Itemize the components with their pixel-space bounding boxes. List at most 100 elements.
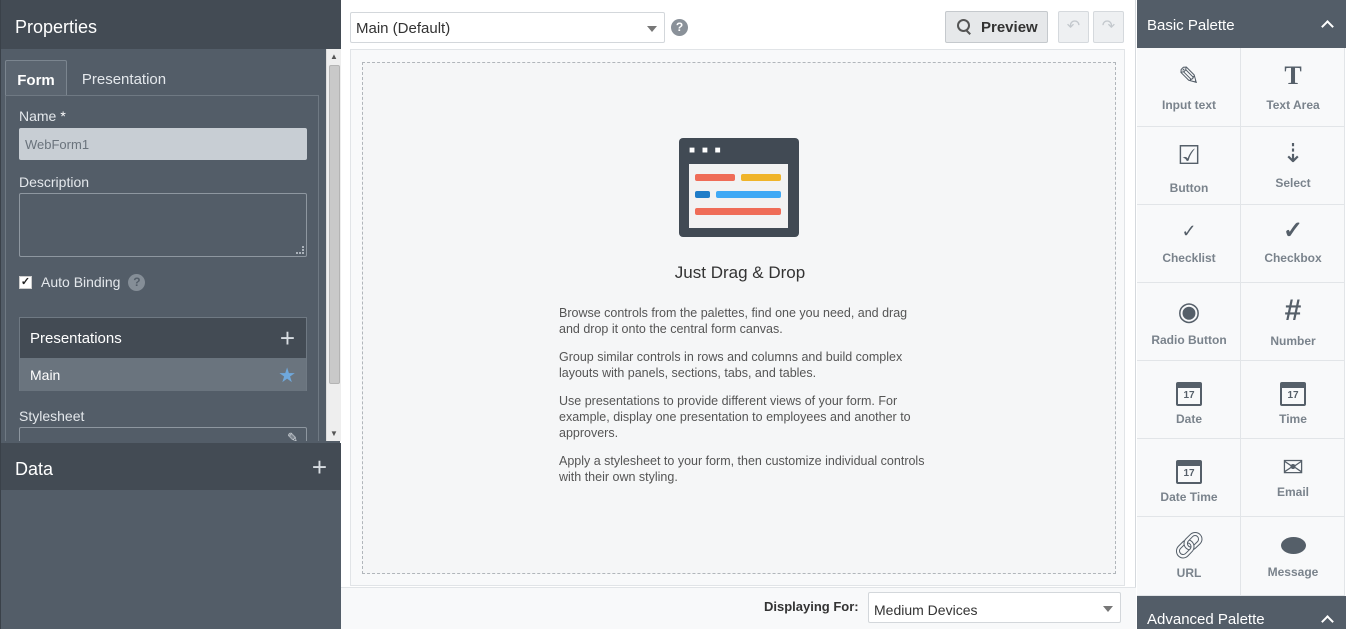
scroll-down-icon[interactable]: ▼ — [330, 429, 338, 438]
palette-item-text-area[interactable]: T Text Area — [1241, 48, 1345, 127]
select-icon: ⇣ — [1282, 138, 1304, 168]
basic-palette-title: Basic Palette — [1147, 17, 1235, 34]
name-label-text: Name — [19, 108, 57, 124]
tab-presentation[interactable]: Presentation — [69, 60, 179, 96]
undo-button[interactable]: ↶ — [1058, 11, 1089, 43]
palette-item-label: Email — [1276, 485, 1309, 499]
data-body — [1, 490, 341, 629]
presentations-list: Presentations + Main ★ — [19, 317, 307, 391]
basic-palette-header[interactable]: Basic Palette — [1137, 0, 1346, 48]
palette-item-date-time[interactable]: 17 Date Time — [1137, 439, 1241, 517]
pencil-icon[interactable]: ✎ — [287, 430, 298, 441]
window-dots: ■ ■ ■ — [689, 145, 723, 156]
palette-item-label: Message — [1267, 565, 1319, 579]
palette-item-email[interactable]: ✉ Email — [1241, 439, 1345, 517]
add-presentation-icon[interactable]: + — [280, 325, 295, 351]
palette-item-checkbox[interactable]: ✓ Checkbox — [1241, 205, 1345, 283]
preview-label: Preview — [981, 18, 1038, 36]
palette-item-label: Checkbox — [1264, 251, 1322, 265]
palette-item-label: Checklist — [1162, 251, 1216, 265]
palette-item-button[interactable]: ☑ Button — [1137, 127, 1241, 205]
presentation-name: Main — [30, 367, 61, 383]
advanced-palette-title: Advanced Palette — [1147, 611, 1265, 628]
palette-item-label: Select — [1275, 176, 1311, 190]
name-label: Name * — [19, 108, 66, 124]
properties-title: Properties — [15, 17, 98, 37]
presentations-header: Presentations + — [20, 318, 306, 358]
preview-button[interactable]: Preview — [945, 11, 1048, 43]
canvas-paragraph: Apply a stylesheet to your form, then cu… — [559, 454, 925, 484]
bar-blue — [716, 191, 781, 198]
tab-form[interactable]: Form — [5, 60, 67, 96]
bar-red-wide — [695, 208, 781, 215]
search-icon — [956, 19, 972, 35]
palette-item-label: Number — [1270, 334, 1316, 348]
chevron-up-icon[interactable] — [1321, 615, 1334, 628]
palette-item-date[interactable]: 17 Date — [1137, 361, 1241, 439]
scrollbar-thumb[interactable] — [329, 65, 340, 384]
text-area-icon: T — [1284, 61, 1302, 90]
palette-item-message[interactable]: Message — [1241, 517, 1345, 596]
stylesheet-field[interactable]: ✎ — [19, 427, 307, 441]
window-screen — [689, 164, 788, 228]
properties-panel: Properties Form Presentation Name* Descr… — [0, 0, 341, 629]
palette-item-label: Date — [1175, 412, 1202, 426]
palette-item-label: Radio Button — [1151, 333, 1227, 347]
bar-red — [695, 174, 735, 181]
device-select[interactable]: Medium Devices — [868, 592, 1121, 623]
palette-item-label: Time — [1279, 412, 1307, 426]
envelope-icon: ✉ — [1282, 452, 1304, 482]
palette-item-label: Button — [1169, 181, 1209, 195]
list-item[interactable]: Main ★ — [20, 358, 306, 391]
star-icon[interactable]: ★ — [278, 363, 296, 388]
description-textarea[interactable] — [19, 193, 307, 257]
device-select-value: Medium Devices — [874, 602, 978, 618]
redo-button[interactable]: ↷ — [1093, 11, 1124, 43]
checkbox-icon: ✓ — [1282, 217, 1304, 244]
palette-item-number[interactable]: # Number — [1241, 283, 1345, 361]
palette-item-radio-button[interactable]: ◉ Radio Button — [1137, 283, 1241, 361]
link-icon: 🔗︎ — [1172, 530, 1206, 560]
palette-item-checklist[interactable]: ✓ Checklist — [1137, 205, 1241, 283]
calendar-day: 17 — [1280, 382, 1306, 406]
auto-binding-row: ✓ Auto Binding ? — [19, 272, 146, 292]
presentation-select[interactable]: Main (Default) — [350, 12, 665, 43]
palette-item-label: Input text — [1162, 98, 1216, 112]
palette-panel: Basic Palette ✎ Input text T Text Area ☑… — [1137, 0, 1346, 629]
name-field[interactable] — [19, 128, 307, 160]
chevron-up-icon[interactable] — [1321, 20, 1334, 33]
canvas-paragraph: Browse controls from the palettes, find … — [559, 306, 908, 336]
help-icon[interactable]: ? — [671, 19, 688, 36]
advanced-palette-header[interactable]: Advanced Palette — [1137, 596, 1346, 629]
palette-item-label: URL — [1176, 566, 1202, 580]
help-icon[interactable]: ? — [128, 273, 146, 291]
calendar-icon: 17 — [1241, 375, 1345, 406]
calendar-icon: 17 — [1137, 453, 1241, 484]
checklist-icon: ✓ — [1181, 221, 1197, 241]
properties-scrollbar[interactable]: ▲ ▼ — [326, 49, 341, 441]
properties-tabs: Form Presentation — [5, 60, 319, 96]
form-canvas[interactable]: ■ ■ ■ Just Drag & Drop Browse controls f… — [362, 62, 1116, 574]
bar-darkblue — [695, 191, 710, 198]
palette-item-input-text[interactable]: ✎ Input text — [1137, 48, 1241, 127]
stylesheet-label: Stylesheet — [19, 408, 85, 424]
resize-grip-icon[interactable] — [296, 246, 304, 254]
form-illustration-icon: ■ ■ ■ — [679, 138, 799, 237]
bar-yellow — [741, 174, 781, 181]
radio-button-icon: ◉ — [1177, 296, 1201, 326]
properties-header: Properties — [1, 0, 341, 49]
canvas-paragraph: Use presentations to provide different v… — [559, 394, 911, 440]
palette-item-url[interactable]: 🔗︎ URL — [1137, 517, 1241, 596]
palette-item-label: Text Area — [1266, 98, 1320, 112]
chevron-down-icon — [647, 26, 657, 32]
undo-icon: ↶ — [1066, 18, 1081, 35]
palette-item-time[interactable]: 17 Time — [1241, 361, 1345, 439]
add-data-icon[interactable]: + — [312, 454, 327, 480]
auto-binding-label: Auto Binding — [41, 274, 121, 290]
scroll-up-icon[interactable]: ▲ — [330, 52, 338, 61]
number-icon: # — [1284, 294, 1302, 327]
presentations-title: Presentations — [30, 330, 122, 347]
palette-item-label: Date Time — [1160, 490, 1218, 504]
palette-item-select[interactable]: ⇣ Select — [1241, 127, 1345, 205]
auto-binding-checkbox[interactable]: ✓ — [19, 275, 32, 289]
